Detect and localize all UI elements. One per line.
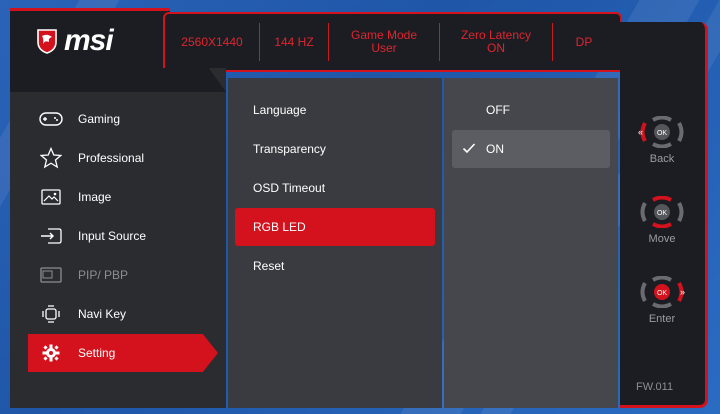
- input-status: DP: [553, 22, 615, 62]
- submenu-item-language[interactable]: Language: [235, 91, 435, 129]
- image-icon: [36, 182, 66, 212]
- submenu-item-osd-timeout[interactable]: OSD Timeout: [235, 169, 435, 207]
- menu-item-label: Setting: [78, 346, 116, 360]
- submenu-item-reset[interactable]: Reset: [235, 247, 435, 285]
- settings-submenu: Language Transparency OSD Timeout RGB LE…: [228, 78, 442, 408]
- navi-key-icon: [36, 299, 66, 329]
- submenu-item-label: Transparency: [253, 142, 326, 156]
- menu-item-label: Input Source: [78, 229, 147, 243]
- gear-icon: [36, 338, 66, 368]
- option-on[interactable]: ON: [452, 130, 610, 168]
- joystick-enter-icon: » OK: [640, 275, 685, 309]
- option-label: ON: [486, 142, 504, 156]
- svg-text:OK: OK: [657, 290, 667, 297]
- osd-window: msi 2560X1440 144 HZ Game Mode User Zero…: [10, 8, 708, 408]
- msi-dragon-logo: [37, 28, 57, 54]
- game-mode-value: User: [371, 41, 397, 55]
- menu-item-navi-key[interactable]: Navi Key: [18, 295, 218, 333]
- zero-latency-status: Zero Latency ON: [440, 22, 552, 62]
- status-bar: 2560X1440 144 HZ Game Mode User Zero Lat…: [163, 12, 622, 72]
- menu-item-label: PIP/ PBP: [78, 268, 129, 282]
- submenu-item-label: Language: [253, 103, 307, 117]
- submenu-item-label: RGB LED: [253, 220, 306, 234]
- main-menu: Gaming Professional Image Input Source P…: [10, 68, 226, 408]
- nav-back-label: Back: [649, 153, 675, 165]
- refresh-rate-status: 144 HZ: [260, 22, 328, 62]
- menu-item-professional[interactable]: Professional: [18, 139, 218, 177]
- menu-item-label: Image: [78, 190, 112, 204]
- navigation-guide: « OK Back OK Move » OK Enter FW.011: [620, 22, 708, 408]
- firmware-version: FW.011: [636, 381, 674, 393]
- submenu-item-label: OSD Timeout: [253, 181, 326, 195]
- brand-area: msi: [10, 8, 170, 70]
- menu-item-setting[interactable]: Setting: [28, 334, 218, 372]
- submenu-item-rgb-led[interactable]: RGB LED: [235, 208, 435, 246]
- pip-icon: [36, 260, 66, 290]
- option-label: OFF: [486, 103, 510, 117]
- option-off[interactable]: OFF: [452, 91, 610, 129]
- svg-text:«: «: [638, 127, 643, 137]
- nav-enter-label: Enter: [648, 313, 676, 325]
- svg-text:OK: OK: [657, 130, 667, 137]
- input-value: DP: [575, 34, 593, 49]
- submenu-item-label: Reset: [253, 259, 285, 273]
- nav-move-label: Move: [648, 233, 676, 245]
- menu-item-label: Navi Key: [78, 307, 127, 321]
- menu-item-pip-pbp[interactable]: PIP/ PBP: [18, 256, 218, 294]
- joystick-back-icon: « OK: [638, 115, 684, 149]
- nav-enter: » OK Enter: [632, 275, 692, 325]
- nav-move: OK Move: [632, 195, 692, 245]
- game-mode-status: Game Mode User: [329, 22, 439, 62]
- resolution-status: 2560X1440: [165, 22, 259, 62]
- svg-text:OK: OK: [657, 210, 667, 217]
- resolution-value: 2560X1440: [181, 34, 243, 49]
- zero-latency-value: ON: [487, 41, 505, 55]
- gamepad-icon: [36, 104, 66, 134]
- checkmark-icon: [462, 143, 476, 154]
- refresh-rate-value: 144 HZ: [274, 34, 314, 49]
- joystick-move-icon: OK: [640, 195, 684, 229]
- input-source-icon: [36, 221, 66, 251]
- submenu-item-transparency[interactable]: Transparency: [235, 130, 435, 168]
- menu-item-gaming[interactable]: Gaming: [18, 100, 218, 138]
- rgb-led-options: OFF ON: [444, 78, 618, 408]
- menu-item-label: Gaming: [78, 112, 121, 126]
- menu-item-input-source[interactable]: Input Source: [18, 217, 218, 255]
- nav-back: « OK Back: [632, 115, 692, 165]
- svg-text:»: »: [680, 287, 685, 297]
- brand-name: msi: [64, 23, 114, 57]
- menu-item-image[interactable]: Image: [18, 178, 218, 216]
- menu-item-label: Professional: [78, 151, 145, 165]
- star-icon: [36, 143, 66, 173]
